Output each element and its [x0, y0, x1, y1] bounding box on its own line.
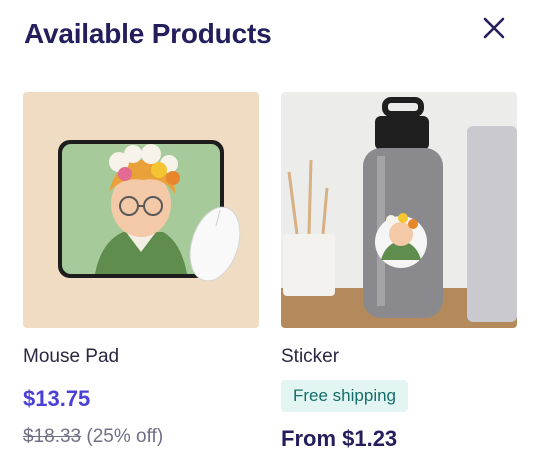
original-price-line: $18.33 (25% off)	[23, 426, 163, 448]
free-shipping-badge: Free shipping	[281, 380, 409, 412]
product-image-sticker[interactable]	[281, 92, 517, 328]
sticker-illustration	[281, 92, 517, 328]
close-icon	[483, 17, 505, 39]
original-price: $18.33	[23, 426, 82, 447]
product-card-sticker[interactable]: Sticker Free shipping From $1.23	[281, 92, 517, 451]
close-button[interactable]	[478, 12, 510, 44]
product-name: Sticker	[281, 346, 340, 367]
product-card-mouse-pad[interactable]: Mouse Pad $13.75 $18.33 (25% off)	[23, 92, 259, 447]
product-price: $13.75	[23, 386, 91, 411]
mouse-pad-illustration	[23, 92, 259, 328]
product-image-mouse-pad[interactable]	[23, 92, 259, 328]
product-price-from: From $1.23	[281, 426, 398, 451]
product-name: Mouse Pad	[23, 346, 120, 367]
discount-label: (25% off)	[86, 426, 164, 447]
page-title: Available Products	[24, 18, 272, 49]
